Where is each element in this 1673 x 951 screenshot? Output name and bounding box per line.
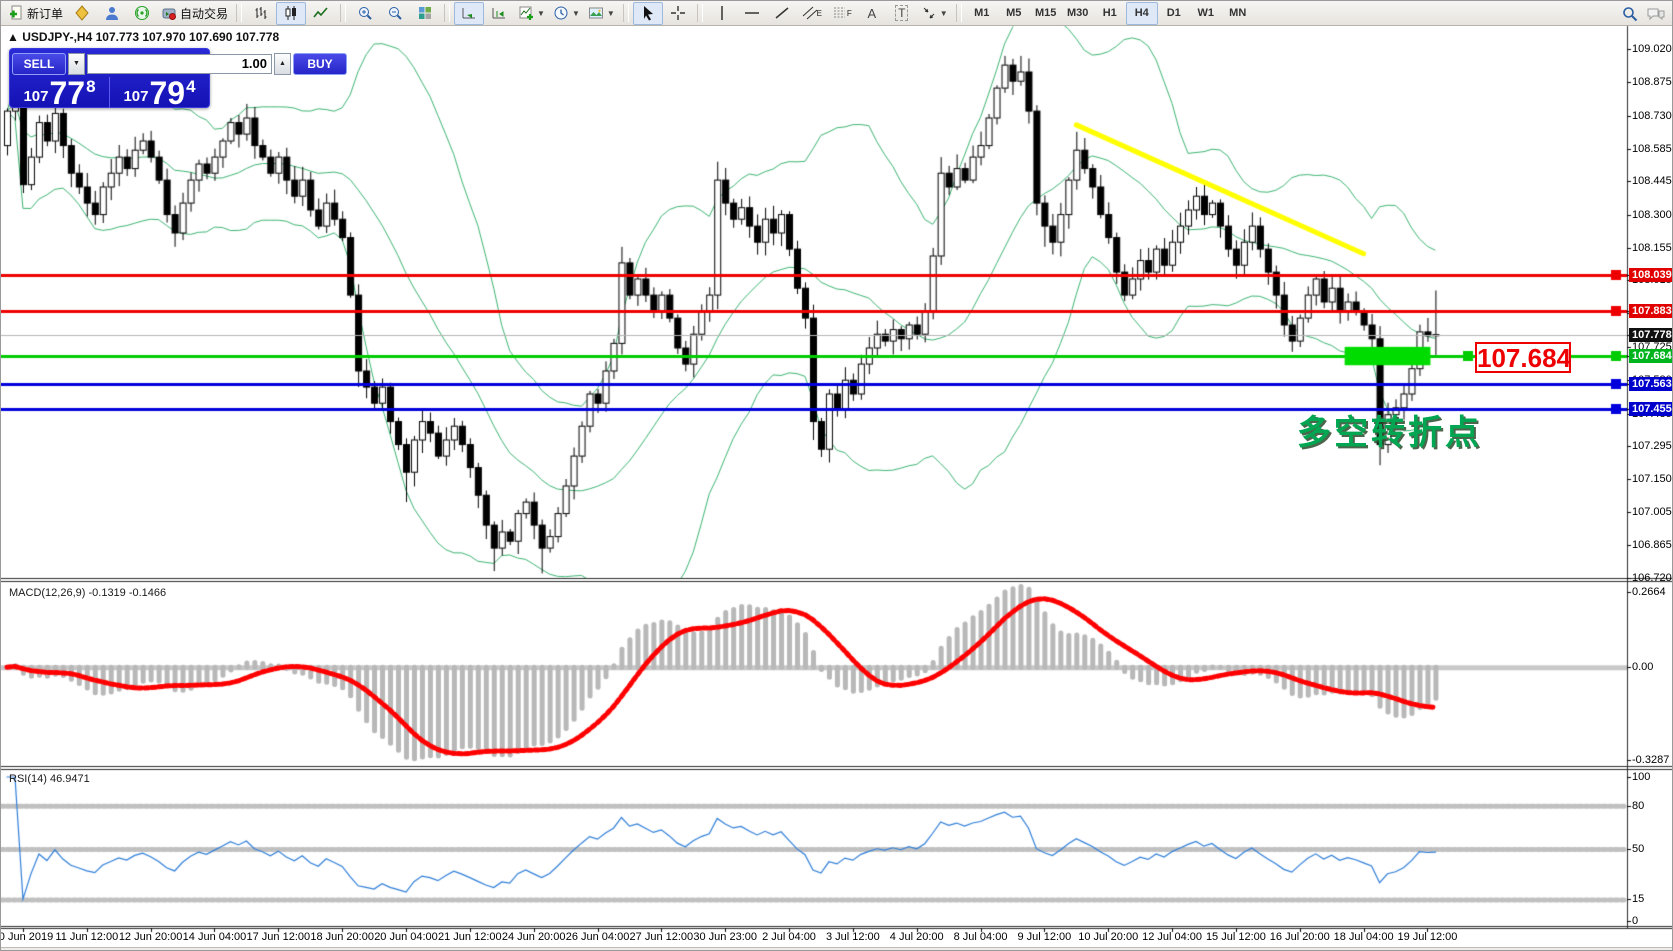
sell-button[interactable]: SELL	[12, 53, 66, 75]
rsi-scale-80: 80	[1632, 800, 1673, 812]
chart-ohlc-values: 107.773 107.970 107.690 107.778	[96, 30, 280, 44]
time-axis-label: 19 Jul 12:00	[1385, 931, 1469, 943]
sell-price-main: 77	[49, 79, 85, 107]
macd-scale-zero: 0.00	[1632, 661, 1673, 673]
sell-price-pip: 8	[86, 77, 95, 97]
chart-area[interactable]	[1, 1, 1673, 951]
macd-scale-min: -0.3287	[1632, 754, 1673, 766]
price-tick-label: 109.020	[1632, 43, 1673, 55]
price-callout-box[interactable]: 107.684	[1475, 342, 1571, 373]
rsi-scale-100: 100	[1632, 771, 1673, 783]
price-tick-label: 107.150	[1632, 473, 1673, 485]
price-tick-label: 108.875	[1632, 76, 1673, 88]
one-click-trading-panel: SELL ▼ ▲ BUY 107 77 8 107 79 4	[9, 48, 210, 108]
sell-price-prefix: 107	[23, 88, 48, 105]
rsi-scale-50: 50	[1632, 843, 1673, 855]
price-tick-label: 106.720	[1632, 572, 1673, 584]
trade-panel-top-row: SELL ▼ ▲ BUY	[10, 49, 209, 76]
price-tick-label: 108.155	[1632, 242, 1673, 254]
price-badge-107.883: 107.883	[1629, 304, 1673, 318]
rsi-scale-15: 15	[1632, 893, 1673, 905]
price-tick-label: 107.295	[1632, 440, 1673, 452]
price-badge-107.684: 107.684	[1629, 349, 1673, 363]
price-badge-107.563: 107.563	[1629, 377, 1673, 391]
buy-price-main: 79	[149, 79, 185, 107]
price-tick-label: 107.005	[1632, 506, 1673, 518]
price-tick-label: 108.445	[1632, 175, 1673, 187]
price-tick-label: 108.730	[1632, 110, 1673, 122]
macd-name: MACD(12,26,9)	[9, 587, 85, 599]
price-badge-107.455: 107.455	[1629, 402, 1673, 416]
sell-price[interactable]: 107 77 8	[10, 77, 110, 108]
collapse-triangle-icon[interactable]: ▲	[7, 30, 19, 44]
buy-button[interactable]: BUY	[293, 53, 347, 75]
chart-symbol-period: USDJPY-,H4	[22, 30, 92, 44]
buy-price-pip: 4	[186, 77, 195, 97]
macd-scale-max: 0.2664	[1632, 586, 1673, 598]
macd-values: -0.1319 -0.1466	[88, 587, 166, 599]
chinese-annotation-text[interactable]: 多空转折点	[1297, 405, 1482, 454]
buy-price[interactable]: 107 79 4	[110, 77, 209, 108]
rsi-name: RSI(14)	[9, 773, 47, 785]
macd-label: MACD(12,26,9) -0.1319 -0.1466	[9, 587, 166, 599]
rsi-label: RSI(14) 46.9471	[9, 773, 90, 785]
volume-input[interactable]	[87, 54, 272, 74]
rsi-value: 46.9471	[50, 773, 90, 785]
price-badge-108.039: 108.039	[1629, 268, 1673, 282]
volume-decrease-button[interactable]: ▼	[68, 53, 85, 75]
volume-increase-button[interactable]: ▲	[274, 53, 291, 75]
buy-price-prefix: 107	[123, 88, 148, 105]
price-tick-label: 108.585	[1632, 143, 1673, 155]
price-tick-label: 106.865	[1632, 539, 1673, 551]
mt4-window: 新订单 自动交易	[0, 0, 1673, 951]
rsi-scale-0: 0	[1632, 915, 1673, 927]
chart-title: ▲ USDJPY-,H4 107.773 107.970 107.690 107…	[7, 30, 279, 44]
trade-panel-prices: 107 77 8 107 79 4	[10, 77, 209, 108]
price-tick-label: 108.300	[1632, 209, 1673, 221]
price-badge-107.778: 107.778	[1629, 328, 1673, 342]
window-bottom-strip	[1, 947, 1673, 951]
